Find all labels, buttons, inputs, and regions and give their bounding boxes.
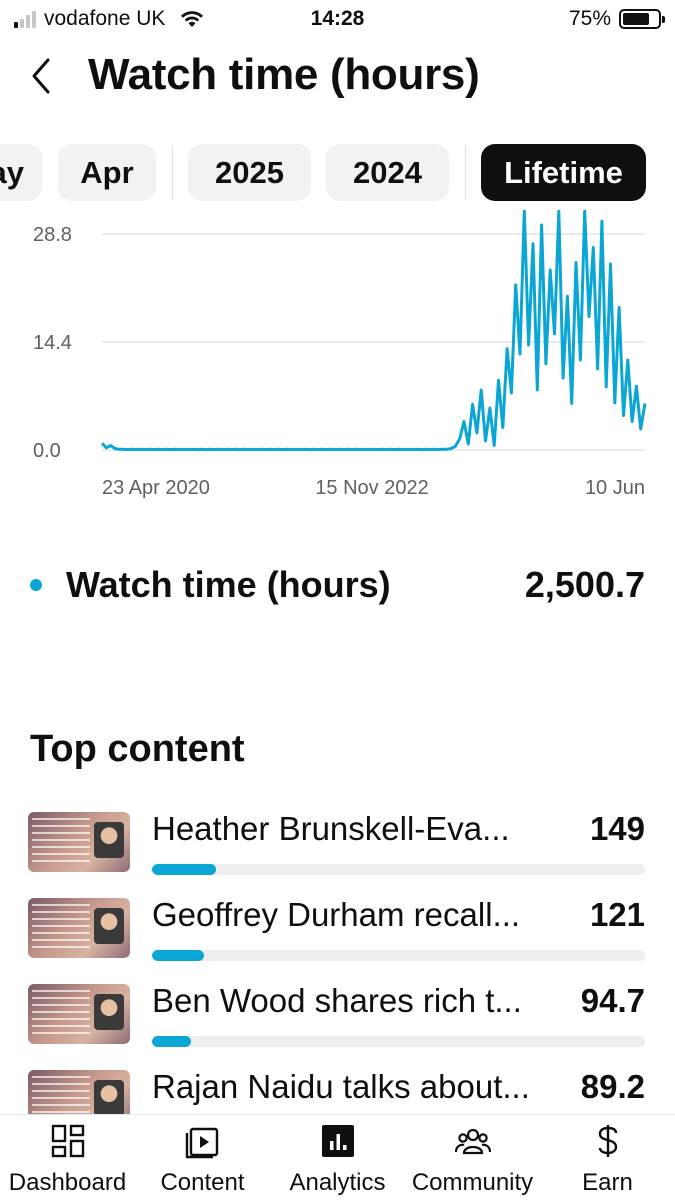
battery-icon bbox=[619, 9, 665, 29]
period-selector: ay Apr 2025 2024 Lifetime bbox=[0, 144, 675, 202]
x-tick-label: 10 Jun bbox=[585, 477, 645, 499]
video-title: Ben Wood shares rich t... bbox=[152, 982, 522, 1019]
progress-bar bbox=[152, 950, 204, 961]
battery-status: 75% bbox=[568, 7, 665, 31]
dollar-icon bbox=[598, 1125, 617, 1157]
x-tick-label: 23 Apr 2020 bbox=[102, 477, 210, 499]
y-tick-label: 14.4 bbox=[33, 332, 72, 354]
nav-community[interactable]: Community bbox=[405, 1115, 540, 1200]
bottom-nav: Dashboard Content Analytics Community Ea… bbox=[0, 1114, 675, 1200]
video-thumbnail bbox=[28, 812, 130, 872]
progress-track bbox=[152, 950, 645, 961]
page-title: Watch time (hours) bbox=[88, 50, 480, 99]
chart-canvas: 28.8 14.4 0.0 23 Apr 2020 15 Nov 2022 10 Jun bbox=[33, 210, 647, 499]
nav-dashboard[interactable]: Dashboard bbox=[0, 1115, 135, 1200]
progress-track bbox=[152, 1036, 645, 1047]
page-header: Watch time (hours) bbox=[0, 48, 675, 108]
status-bar: vodafone UK 14:28 75% bbox=[0, 0, 675, 40]
video-thumbnail bbox=[28, 984, 130, 1044]
nav-label: Analytics bbox=[289, 1169, 386, 1196]
metric-label: Watch time (hours) bbox=[66, 564, 391, 605]
video-title: Heather Brunskell-Eva... bbox=[152, 810, 510, 847]
y-tick-label: 28.8 bbox=[33, 224, 72, 246]
chip-apr[interactable]: Apr bbox=[58, 144, 156, 201]
section-title: Top content bbox=[30, 728, 245, 770]
metric-value: 2,500.7 bbox=[524, 564, 645, 605]
chip-2025[interactable]: 2025 bbox=[188, 144, 311, 201]
video-value: 149 bbox=[589, 810, 645, 847]
progress-bar bbox=[152, 1036, 192, 1047]
chip-partial[interactable]: ay bbox=[0, 144, 42, 201]
list-item[interactable]: Geoffrey Durham recall... 121 bbox=[0, 896, 675, 976]
nav-label: Community bbox=[411, 1169, 534, 1196]
nav-analytics[interactable]: Analytics bbox=[270, 1115, 405, 1200]
video-value: 121 bbox=[589, 896, 645, 933]
dashboard-icon bbox=[51, 1124, 84, 1158]
x-tick-label: 15 Nov 2022 bbox=[315, 477, 428, 499]
metric-summary: Watch time (hours) 2,500.7 bbox=[30, 560, 645, 610]
content-icon bbox=[185, 1127, 218, 1159]
nav-label: Dashboard bbox=[8, 1169, 127, 1196]
progress-bar bbox=[152, 864, 217, 875]
list-item[interactable]: Ben Wood shares rich t... 94.7 bbox=[0, 982, 675, 1062]
back-arrow-icon[interactable] bbox=[26, 56, 58, 96]
analytics-icon bbox=[321, 1125, 354, 1157]
series-line bbox=[100, 210, 647, 452]
list-item[interactable]: Heather Brunskell-Eva... 149 bbox=[0, 810, 675, 890]
chip-divider bbox=[465, 146, 466, 200]
series-dot bbox=[30, 579, 42, 591]
video-value: 89.2 bbox=[580, 1068, 645, 1105]
chip-divider bbox=[172, 146, 173, 200]
community-icon bbox=[454, 1128, 491, 1155]
nav-label: Content bbox=[160, 1169, 245, 1196]
nav-earn[interactable]: Earn bbox=[540, 1115, 675, 1200]
progress-track bbox=[152, 864, 645, 875]
nav-content[interactable]: Content bbox=[135, 1115, 270, 1200]
video-thumbnail bbox=[28, 898, 130, 958]
watch-time-chart[interactable]: 28.8 14.4 0.0 23 Apr 2020 15 Nov 2022 10 Jun bbox=[0, 210, 675, 510]
video-value: 94.7 bbox=[580, 982, 645, 1019]
battery-percent: 75% bbox=[568, 7, 611, 30]
chip-lifetime[interactable]: Lifetime bbox=[481, 144, 646, 201]
video-title: Rajan Naidu talks about... bbox=[152, 1068, 530, 1105]
chip-2024[interactable]: 2024 bbox=[326, 144, 449, 201]
video-title: Geoffrey Durham recall... bbox=[152, 896, 521, 933]
nav-label: Earn bbox=[582, 1169, 633, 1196]
y-tick-label: 0.0 bbox=[33, 440, 61, 462]
